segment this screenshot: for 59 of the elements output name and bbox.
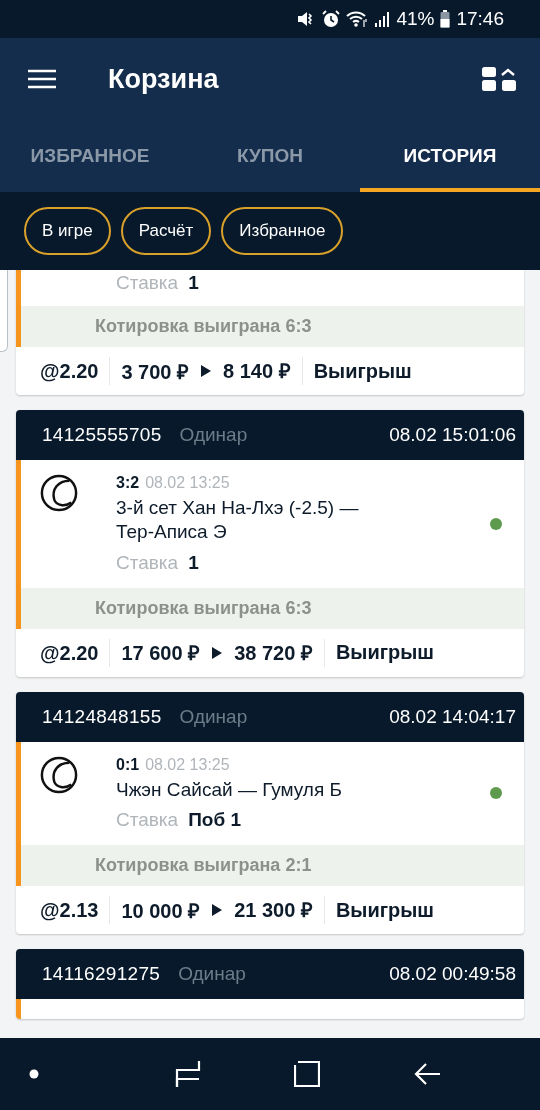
battery-percent: 41% [396, 8, 435, 30]
odds-value: @2.20 [40, 638, 111, 667]
bet-type: Одинар [179, 424, 249, 446]
recent-apps-icon[interactable] [174, 1060, 201, 1088]
odds-value: @2.13 [40, 896, 111, 925]
tab[interactable]: КУПОН [180, 120, 360, 192]
signal-icon [374, 10, 391, 28]
page-title: Корзина [108, 63, 220, 95]
alarm-icon [322, 10, 341, 28]
result-text: Котировка выиграна 6:3 [95, 597, 312, 619]
outcome-text: Выигрыш [334, 641, 435, 664]
event-title: 3-й сет Хан На-Лхэ (-2.5) — Тер-Аписа Э [116, 496, 360, 544]
stake-value: Поб 1 [188, 809, 241, 832]
tab[interactable]: ИЗБРАННОЕ [0, 120, 180, 192]
clock-time: 17:46 [456, 8, 504, 30]
dot-icon[interactable] [29, 1069, 39, 1079]
wifi-icon [346, 10, 369, 28]
home-icon[interactable] [294, 1061, 321, 1087]
play-icon [201, 365, 212, 377]
stake-amount: 3 700 ₽ [120, 359, 190, 385]
filter-chip[interactable]: Расчёт [120, 207, 212, 255]
tennis-ball-icon [40, 474, 78, 512]
back-icon[interactable] [413, 1062, 440, 1086]
play-icon [212, 646, 223, 659]
stake-amount: 10 000 ₽ [120, 898, 201, 924]
battery-icon [440, 10, 451, 28]
event-time: 08.02 13:25 [145, 755, 230, 774]
bet-datetime: 08.02 14:04:17 [389, 705, 516, 728]
odds-value: @2.20 [40, 357, 111, 385]
bet-type: Одинар [179, 705, 249, 728]
play-icon [212, 904, 223, 917]
filter-chip[interactable]: Избранное [221, 207, 344, 255]
bet-number: 14124848155 [42, 705, 162, 728]
stake-label: Ставка [116, 551, 179, 574]
bet-number: 14116291275 [42, 963, 161, 986]
stake-amount: 17 600 ₽ [120, 641, 201, 666]
result-text: Котировка выиграна 2:1 [95, 855, 312, 877]
event-score: 0:1 [116, 755, 140, 774]
result-text: Котировка выиграна 6:3 [95, 316, 312, 337]
outcome-text: Выигрыш [334, 898, 435, 922]
payout-amount: 21 300 ₽ [234, 896, 325, 925]
payout-amount: 38 720 ₽ [234, 638, 325, 667]
menu-icon[interactable] [28, 69, 56, 89]
stake-value: 1 [188, 272, 199, 294]
filter-chip[interactable]: В игре [24, 207, 111, 255]
payout-amount: 8 140 ₽ [223, 357, 303, 385]
tennis-ball-icon [40, 755, 78, 794]
stake-label: Ставка [116, 272, 179, 294]
event-time: 08.02 13:25 [145, 474, 230, 492]
event-title: Чжэн Сайсай — Гумуля Б [116, 777, 343, 802]
event-score: 3:2 [116, 474, 140, 492]
bet-datetime: 08.02 15:01:06 [389, 424, 516, 446]
layout-toggle-icon[interactable] [482, 67, 518, 91]
bet-type: Одинар [178, 963, 247, 986]
bet-datetime: 08.02 00:49:58 [389, 963, 516, 986]
outcome-text: Выигрыш [312, 359, 412, 383]
stake-value: 1 [188, 551, 199, 574]
stake-label: Ставка [116, 809, 179, 832]
bet-number: 14125555705 [42, 424, 162, 446]
